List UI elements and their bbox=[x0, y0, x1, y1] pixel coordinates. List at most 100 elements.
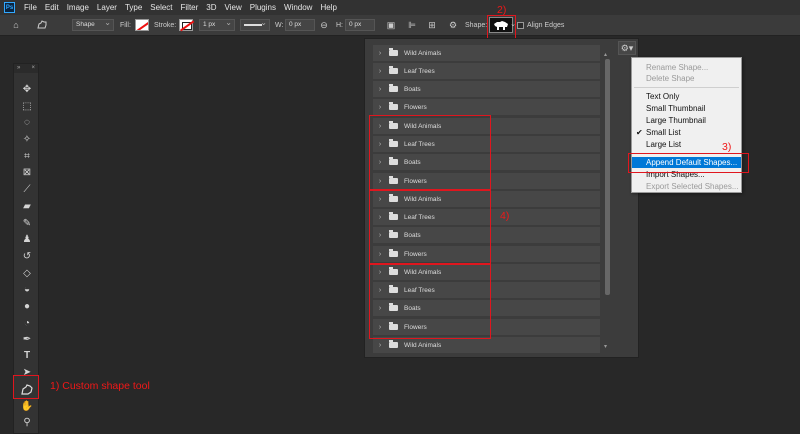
path-selection-tool-icon[interactable]: ➤ bbox=[20, 366, 34, 380]
stroke-swatch[interactable] bbox=[179, 19, 193, 31]
shape-group-label: Boats bbox=[404, 158, 421, 166]
shape-group-row[interactable]: › Boats bbox=[373, 81, 600, 98]
folder-icon bbox=[389, 230, 398, 238]
scroll-up-icon[interactable]: ▴ bbox=[604, 51, 607, 58]
align-edges-checkbox[interactable] bbox=[517, 22, 524, 29]
chevron-right-icon: › bbox=[378, 177, 382, 185]
shape-group-label: Wild Animals bbox=[404, 195, 442, 203]
annotation-step2: 2) bbox=[497, 4, 507, 16]
custom-shape-tool-icon[interactable] bbox=[20, 383, 34, 397]
menu-edit[interactable]: Edit bbox=[45, 3, 59, 12]
menu-file[interactable]: File bbox=[24, 3, 37, 12]
magic-wand-tool-icon[interactable]: ✧ bbox=[20, 133, 34, 147]
menu-view[interactable]: View bbox=[225, 3, 242, 12]
close-icon[interactable]: × bbox=[31, 64, 35, 73]
type-tool-icon[interactable]: T bbox=[20, 349, 34, 363]
height-field[interactable]: 0 px bbox=[345, 19, 375, 31]
menu-item-large-thumbnail[interactable]: Large Thumbnail bbox=[632, 115, 741, 126]
folder-icon bbox=[389, 102, 398, 110]
chevron-right-icon: › bbox=[378, 250, 382, 258]
gear-icon[interactable]: ⚙ bbox=[447, 19, 459, 31]
width-field[interactable]: 0 px bbox=[285, 19, 315, 31]
history-brush-tool-icon[interactable]: ↺ bbox=[20, 250, 34, 264]
marquee-tool-icon[interactable]: ⬚ bbox=[20, 100, 34, 114]
shape-group-row[interactable]: › Leaf Trees bbox=[373, 209, 600, 226]
home-icon[interactable]: ⌂ bbox=[10, 19, 22, 31]
shape-group-row[interactable]: › Leaf Trees bbox=[373, 282, 600, 299]
checkmark-icon: ✔ bbox=[636, 128, 643, 137]
scroll-thumb[interactable] bbox=[605, 59, 610, 295]
path-arrangement-icon[interactable]: ⊞ bbox=[426, 19, 438, 31]
blur-tool-icon[interactable]: ● bbox=[20, 300, 34, 314]
shape-group-row[interactable]: › Boats bbox=[373, 300, 600, 317]
menu-image[interactable]: Image bbox=[67, 3, 89, 12]
menu-select[interactable]: Select bbox=[150, 3, 172, 12]
stroke-type-dropdown[interactable] bbox=[240, 18, 270, 31]
shape-group-row[interactable]: › Flowers bbox=[373, 246, 600, 263]
shape-group-row[interactable]: › Wild Animals bbox=[373, 45, 600, 62]
pen-tool-icon[interactable]: ✒ bbox=[20, 333, 34, 347]
collapse-icon[interactable]: » bbox=[17, 64, 20, 73]
menu-window[interactable]: Window bbox=[284, 3, 312, 12]
folder-icon bbox=[389, 84, 398, 92]
menu-item-append-default-shapes[interactable]: Append Default Shapes... bbox=[632, 157, 741, 168]
menu-item-rename-shape[interactable]: Rename Shape... bbox=[632, 62, 741, 73]
scroll-down-icon[interactable]: ▾ bbox=[604, 343, 607, 350]
shape-group-row[interactable]: › Wild Animals bbox=[373, 337, 600, 354]
shape-group-row[interactable]: › Flowers bbox=[373, 319, 600, 336]
lasso-tool-icon[interactable]: ◌ bbox=[20, 116, 34, 130]
shape-group-row[interactable]: › Wild Animals bbox=[373, 264, 600, 281]
menu-item-import-shapes[interactable]: Import Shapes... bbox=[632, 169, 741, 180]
chevron-right-icon: › bbox=[378, 158, 382, 166]
chevron-right-icon: › bbox=[378, 140, 382, 148]
menu-item-export-selected-shapes[interactable]: Export Selected Shapes... bbox=[632, 181, 741, 192]
crop-tool-icon[interactable]: ⌗ bbox=[20, 150, 34, 164]
chevron-right-icon: › bbox=[378, 268, 382, 276]
menu-filter[interactable]: Filter bbox=[181, 3, 199, 12]
shape-group-row[interactable]: › Leaf Trees bbox=[373, 63, 600, 80]
shape-group-label: Wild Animals bbox=[404, 268, 442, 276]
shape-group-row[interactable]: › Boats bbox=[373, 154, 600, 171]
shape-group-row[interactable]: › Flowers bbox=[373, 173, 600, 190]
spot-healing-tool-icon[interactable]: ▰ bbox=[20, 200, 34, 214]
brush-tool-icon[interactable]: ✎ bbox=[20, 217, 34, 231]
menu-separator bbox=[634, 153, 739, 154]
shape-group-row[interactable]: › Boats bbox=[373, 227, 600, 244]
menu-item-delete-shape[interactable]: Delete Shape bbox=[632, 73, 741, 84]
link-icon[interactable]: ⊖ bbox=[318, 19, 330, 31]
menu-item-text-only[interactable]: Text Only bbox=[632, 91, 741, 102]
custom-shape-preset-icon[interactable] bbox=[36, 19, 48, 31]
eraser-tool-icon[interactable]: ◇ bbox=[20, 267, 34, 281]
path-operations-icon[interactable]: ▣ bbox=[385, 19, 397, 31]
move-tool-icon[interactable]: ✥ bbox=[20, 83, 34, 97]
menu-type[interactable]: Type bbox=[125, 3, 142, 12]
menu-item-small-list[interactable]: ✔ Small List bbox=[632, 127, 741, 138]
chevron-right-icon: › bbox=[378, 85, 382, 93]
hand-tool-icon[interactable]: ✋ bbox=[20, 400, 34, 414]
stroke-width-field[interactable]: 1 px bbox=[199, 18, 235, 31]
shape-group-label: Boats bbox=[404, 231, 421, 239]
folder-icon bbox=[389, 303, 398, 311]
clone-stamp-tool-icon[interactable]: ♟ bbox=[20, 233, 34, 247]
shape-group-row[interactable]: › Wild Animals bbox=[373, 191, 600, 208]
eyedropper-tool-icon[interactable]: ⟋ bbox=[20, 183, 34, 197]
shape-group-row[interactable]: › Flowers bbox=[373, 99, 600, 116]
shape-group-row[interactable]: › Leaf Trees bbox=[373, 136, 600, 153]
menu-3d[interactable]: 3D bbox=[206, 3, 216, 12]
frame-tool-icon[interactable]: ⊠ bbox=[20, 166, 34, 180]
menu-plugins[interactable]: Plugins bbox=[250, 3, 276, 12]
menu-item-small-thumbnail[interactable]: Small Thumbnail bbox=[632, 103, 741, 114]
panel-settings-gear-icon[interactable]: ⚙▾ bbox=[618, 41, 636, 55]
tool-mode-dropdown[interactable]: Shape bbox=[72, 18, 114, 31]
shapes-scrollbar[interactable]: ▴ ▾ bbox=[603, 51, 612, 351]
fill-swatch[interactable] bbox=[135, 19, 149, 31]
menu-help[interactable]: Help bbox=[320, 3, 336, 12]
path-alignment-icon[interactable]: ⊫ bbox=[406, 19, 418, 31]
zoom-tool-icon[interactable]: ⚲ bbox=[20, 416, 34, 430]
gradient-tool-icon[interactable]: ◒ bbox=[20, 283, 34, 297]
menu-layer[interactable]: Layer bbox=[97, 3, 117, 12]
shape-group-row[interactable]: › Wild Animals bbox=[373, 118, 600, 135]
chevron-right-icon: › bbox=[378, 231, 382, 239]
shape-group-label: Boats bbox=[404, 304, 421, 312]
dodge-tool-icon[interactable]: ◔ bbox=[20, 317, 34, 331]
